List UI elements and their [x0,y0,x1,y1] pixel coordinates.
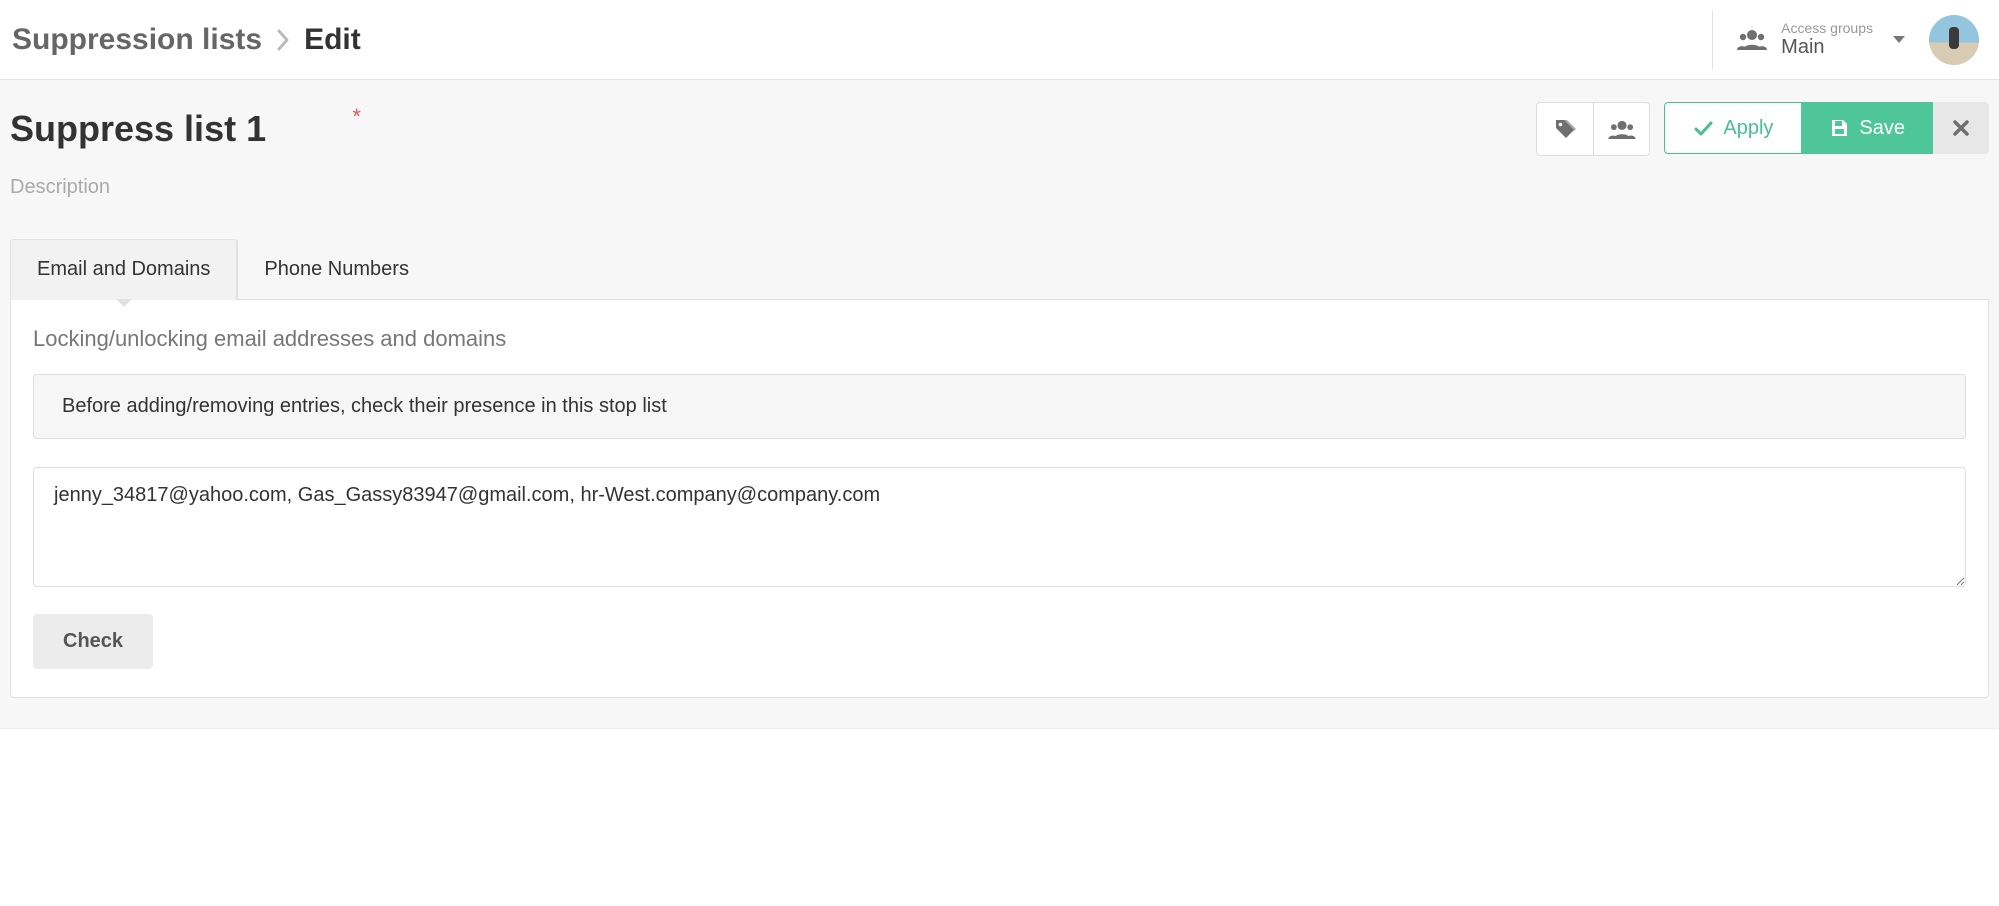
users-icon [1608,119,1636,139]
list-name-input[interactable] [10,108,350,150]
top-header: Suppression lists Edit Access groups Mai… [0,0,1999,80]
access-group-label: Access groups [1781,21,1873,36]
tab-label: Phone Numbers [264,258,409,280]
panel-title: Locking/unlocking email addresses and do… [33,326,1966,352]
required-indicator: * [352,104,361,130]
tab-panel: Locking/unlocking email addresses and do… [10,300,1989,698]
save-label: Save [1859,117,1905,140]
apply-label: Apply [1723,117,1773,140]
title-row: * [10,102,1989,156]
tab-phone-numbers[interactable]: Phone Numbers [237,239,436,299]
breadcrumb-current: Edit [304,23,361,57]
save-button[interactable]: Save [1801,102,1933,154]
chevron-right-icon [276,29,290,51]
breadcrumb: Suppression lists Edit [12,23,361,57]
check-label: Check [63,630,123,652]
page-body: * [0,80,1999,729]
caret-down-icon [1893,36,1905,43]
avatar[interactable] [1929,15,1979,65]
tab-label: Email and Domains [37,258,210,280]
close-button[interactable] [1933,102,1989,154]
tag-icon [1553,117,1577,141]
tabs: Email and Domains Phone Numbers [10,239,1989,300]
check-button[interactable]: Check [33,614,153,669]
header-right: Access groups Main [1712,11,1979,69]
action-buttons: Apply Save [1536,102,1989,156]
check-icon [1693,118,1713,138]
icon-button-group [1536,102,1650,156]
tab-email-domains[interactable]: Email and Domains [10,239,237,300]
save-icon [1829,118,1849,138]
close-icon [1952,119,1970,137]
info-box: Before adding/removing entries, check th… [33,374,1966,439]
share-button[interactable] [1593,103,1649,155]
divider [1712,11,1713,69]
users-icon [1737,28,1767,50]
apply-button[interactable]: Apply [1664,102,1801,154]
access-group-value: Main [1781,36,1873,58]
entries-textarea[interactable] [33,467,1966,587]
access-group-selector[interactable]: Access groups Main [1737,21,1905,58]
primary-button-group: Apply Save [1664,102,1989,156]
tag-button[interactable] [1537,103,1593,155]
breadcrumb-root[interactable]: Suppression lists [12,23,262,57]
description-input[interactable] [10,176,1989,199]
